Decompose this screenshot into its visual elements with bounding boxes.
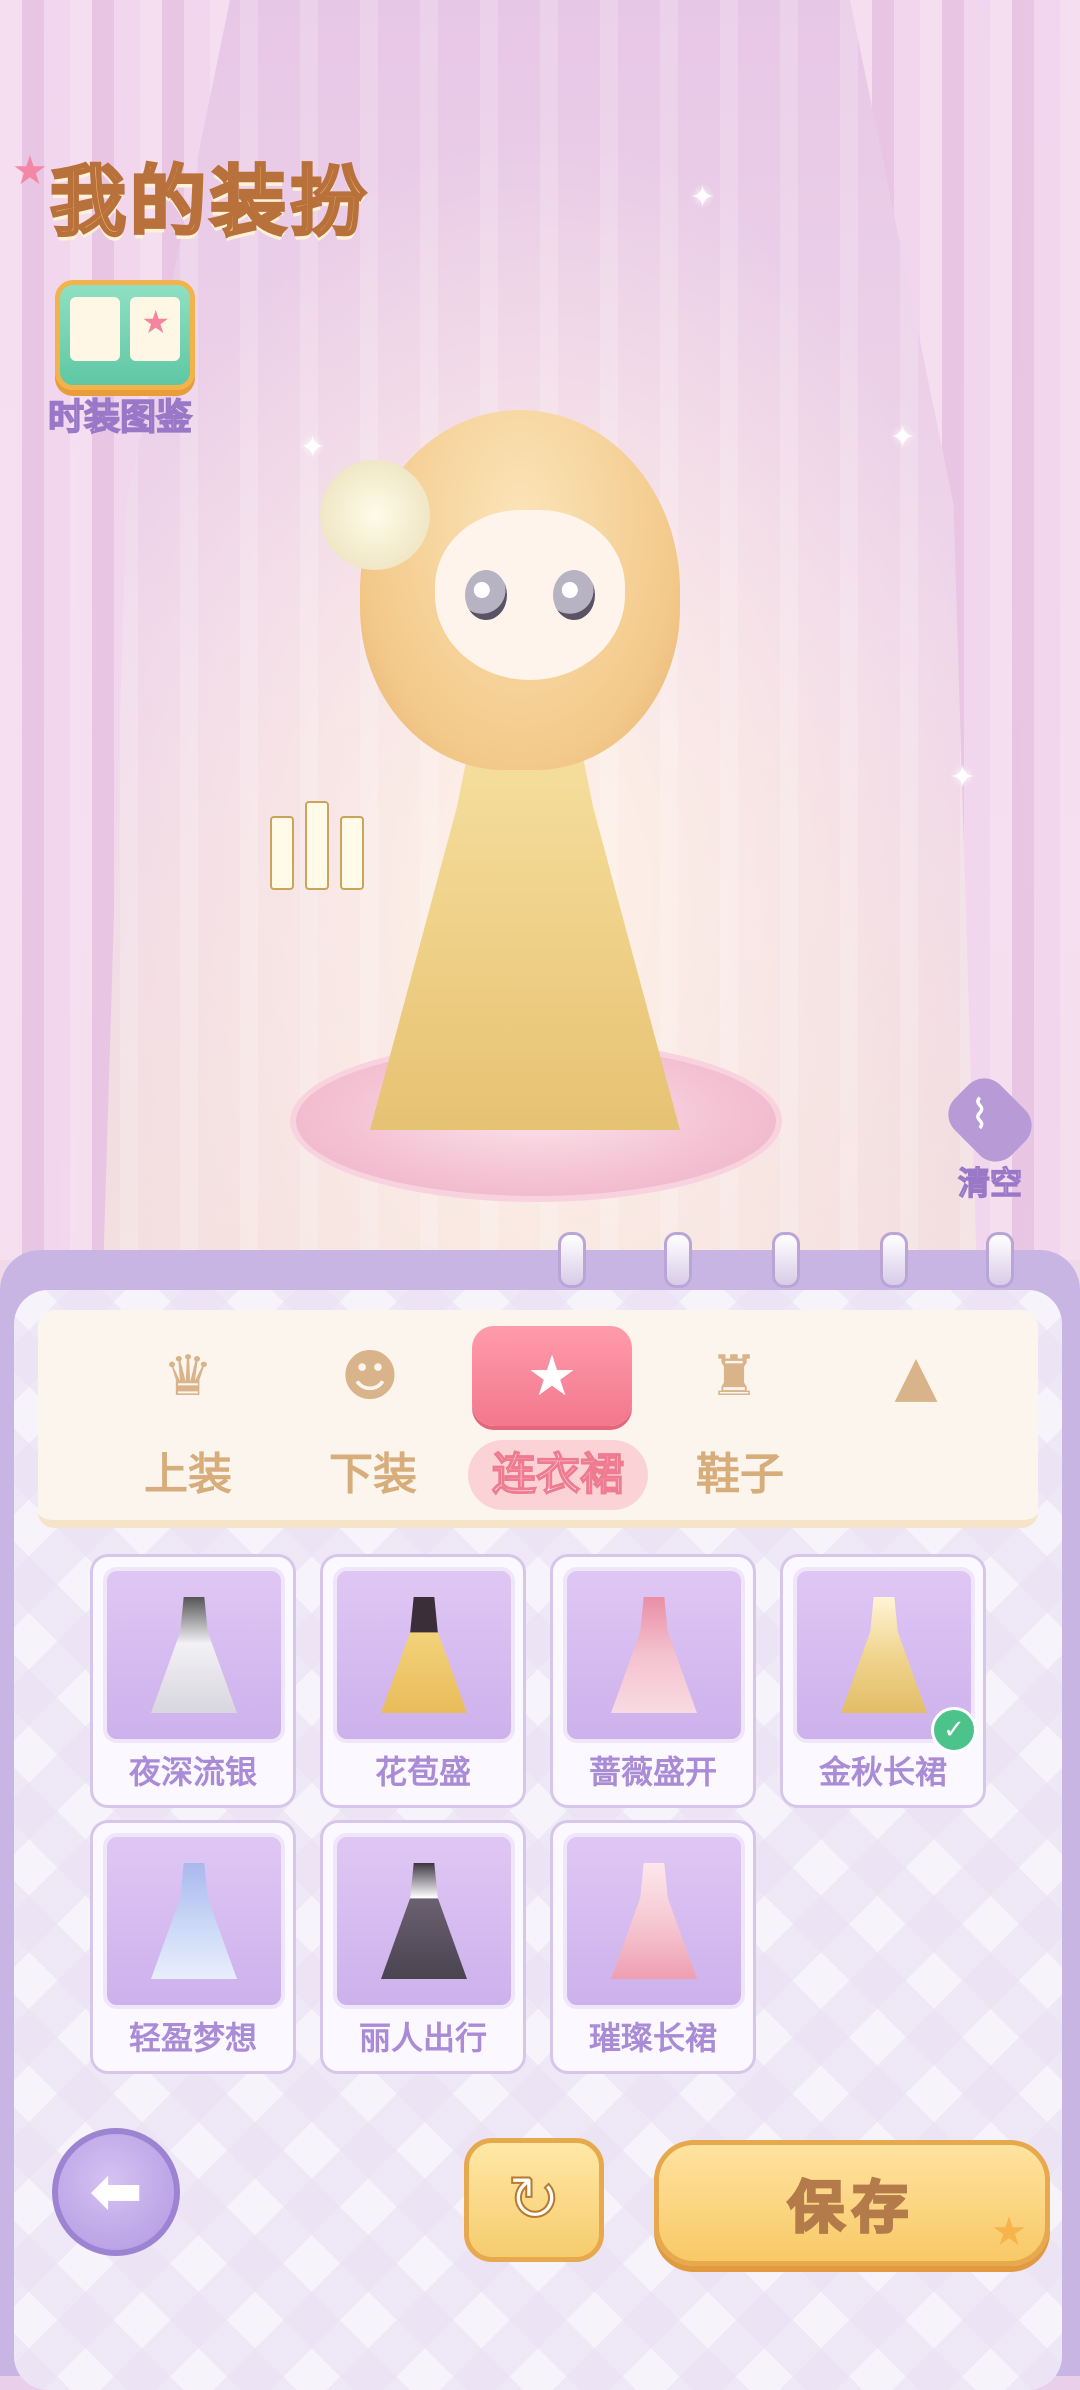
outfit-icon: ★ [526, 1343, 578, 1409]
broom-icon: ⌇ [970, 1092, 990, 1138]
candle [305, 801, 329, 890]
character-eye-left [465, 570, 507, 620]
candle [270, 816, 294, 890]
item-card[interactable]: 丽人出行 [320, 1820, 526, 2074]
character-face [435, 510, 625, 680]
tab-bag-icon[interactable]: ♜ [654, 1326, 814, 1426]
item-label: 轻盈梦想 [128, 2019, 257, 2057]
sparkle-icon: ✦ [690, 180, 716, 215]
item-thumbnail [563, 1567, 745, 1743]
bag-icon: ♜ [708, 1343, 760, 1409]
candelabra-icon [260, 750, 370, 890]
flower-hair-accessory [320, 460, 430, 570]
star-icon: ★ [12, 148, 48, 194]
light-dream-dress-icon [151, 1863, 237, 1979]
tab-outfit-icon[interactable]: ★ [472, 1326, 632, 1426]
dressing-stage: ✦ ✦ ✦ ✦ ★ 我的装扮 ★ 时装图鉴 ⌇ 清空 [0, 0, 1080, 1260]
tab-bottoms[interactable]: 下装 [283, 1440, 463, 1510]
candle [340, 816, 364, 890]
item-card[interactable]: 花苞盛 [320, 1554, 526, 1808]
item-thumbnail [333, 1833, 515, 2009]
catalog-label: 时装图鉴 [47, 396, 193, 439]
item-card[interactable]: 璀璨长裙 [550, 1820, 756, 2074]
dress-accessory-icon: ▲ [894, 1343, 938, 1409]
sparkle-icon: ✦ [890, 420, 916, 455]
refresh-icon: ↻ [506, 2162, 562, 2238]
silver-dress-icon [151, 1597, 237, 1713]
tab-tops[interactable]: 上装 [98, 1440, 278, 1510]
golden-gown-icon [841, 1597, 927, 1713]
binder-ring [664, 1232, 692, 1288]
category-tabs: ♛ ☻ ★ ♜ ▲ 上装 下装 连衣裙 鞋子 [38, 1310, 1038, 1528]
binder-ring [880, 1232, 908, 1288]
item-label: 蔷薇盛开 [588, 1753, 717, 1791]
bud-dress-icon [381, 1597, 467, 1713]
tab-shoes[interactable]: 鞋子 [650, 1440, 830, 1510]
page-title: 我的装扮 [49, 156, 370, 248]
item-thumbnail [333, 1567, 515, 1743]
item-label: 璀璨长裙 [588, 2019, 717, 2057]
binder-ring [558, 1232, 586, 1288]
star-icon: ★ [141, 303, 170, 341]
sparkle-icon: ✦ [950, 760, 976, 795]
tab-dresses[interactable]: 连衣裙 [468, 1440, 648, 1510]
book-page-left [70, 297, 120, 361]
travel-dress-icon [381, 1863, 467, 1979]
face-icon: ☻ [340, 1343, 400, 1409]
hair-icon: ♛ [162, 1343, 214, 1409]
save-button[interactable]: 保存 ★ [654, 2140, 1050, 2266]
star-icon: ★ [991, 2209, 1027, 2255]
back-button[interactable]: ⬅ [52, 2128, 180, 2256]
tab-hair-icon[interactable]: ♛ [108, 1326, 268, 1426]
binder-ring [986, 1232, 1014, 1288]
book-icon: ★ [55, 280, 195, 390]
item-label: 夜深流银 [128, 1753, 257, 1791]
item-card-equipped[interactable]: ✓ 金秋长裙 [780, 1554, 986, 1808]
tab-face-icon[interactable]: ☻ [290, 1326, 450, 1426]
item-thumbnail [563, 1833, 745, 2009]
item-label: 金秋长裙 [818, 1753, 947, 1791]
binder-ring [772, 1232, 800, 1288]
item-label: 丽人出行 [358, 2019, 487, 2057]
item-card[interactable]: 夜深流银 [90, 1554, 296, 1808]
clear-label: 清空 [957, 1163, 1022, 1202]
curtain-right [850, 0, 1080, 1260]
refresh-button[interactable]: ↻ [464, 2138, 604, 2262]
character-eye-right [553, 570, 595, 620]
arrow-left-icon: ⬅ [89, 2155, 143, 2229]
item-thumbnail [103, 1567, 285, 1743]
clear-button[interactable]: ⌇ 清空 [930, 1069, 1050, 1203]
avatar-character [260, 400, 782, 1220]
rose-dress-icon [611, 1597, 697, 1713]
dazzling-gown-icon [611, 1863, 697, 1979]
item-label: 花苞盛 [374, 1753, 471, 1791]
save-label: 保存 [787, 2174, 916, 2242]
item-card[interactable]: 蔷薇盛开 [550, 1554, 756, 1808]
tab-accessory-icon[interactable]: ▲ [836, 1326, 996, 1426]
fashion-catalog-button[interactable]: ★ 时装图鉴 [30, 270, 210, 440]
item-thumbnail [103, 1833, 285, 2009]
item-card[interactable]: 轻盈梦想 [90, 1820, 296, 2074]
clear-button-bg [939, 1069, 1041, 1171]
